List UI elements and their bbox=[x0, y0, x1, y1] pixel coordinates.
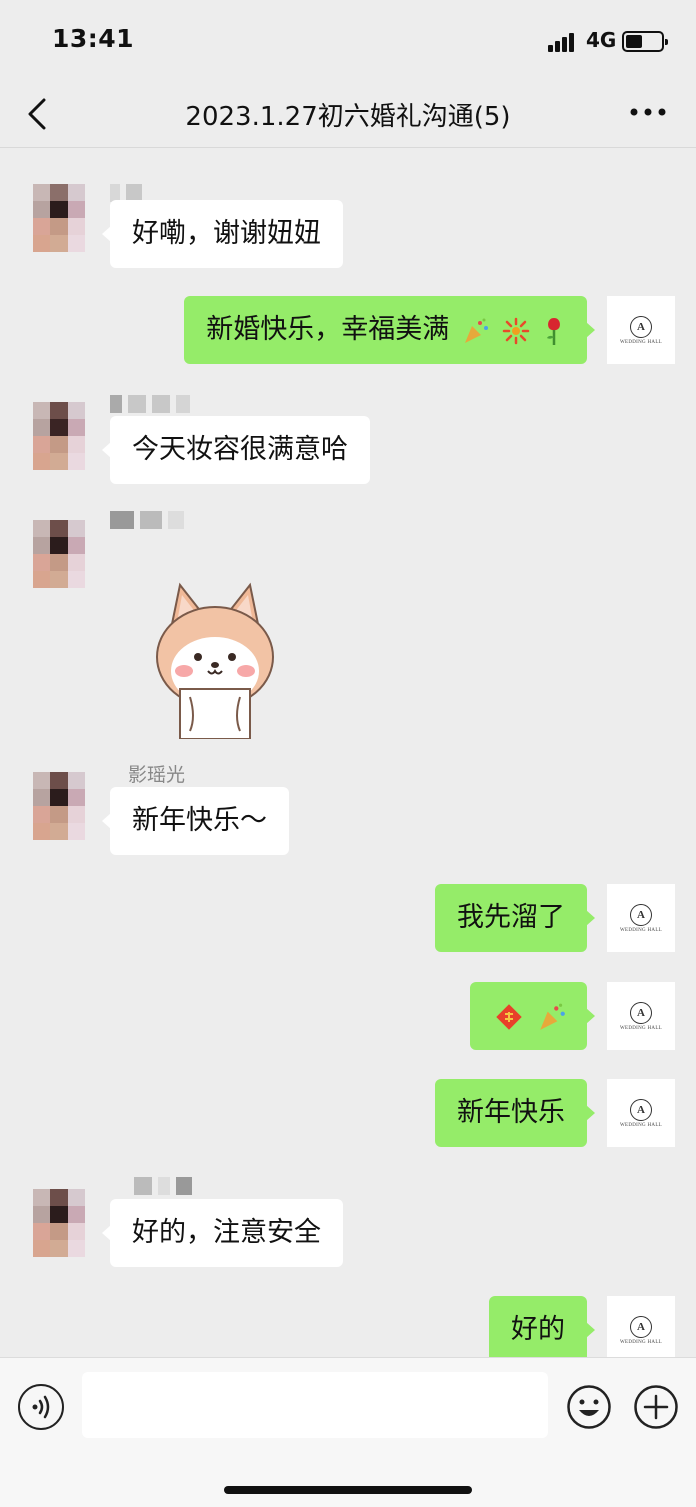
avatar[interactable] bbox=[33, 1189, 85, 1257]
avatar[interactable] bbox=[33, 520, 85, 588]
party-popper-icon bbox=[540, 1003, 565, 1030]
logo-text: WEDDING HALL bbox=[619, 1025, 663, 1031]
sender-name-blurred bbox=[110, 511, 184, 531]
message-bubble[interactable]: 今天妆容很满意哈 bbox=[102, 416, 370, 484]
message-input[interactable] bbox=[82, 1372, 548, 1438]
avatar[interactable] bbox=[33, 402, 85, 470]
logo-text: WEDDING HALL bbox=[619, 927, 663, 933]
logo-text: WEDDING HALL bbox=[619, 1122, 663, 1128]
more-button[interactable] bbox=[626, 100, 670, 124]
shiba-sticker[interactable] bbox=[150, 579, 280, 739]
voice-icon bbox=[32, 1395, 50, 1419]
chevron-left-icon bbox=[28, 98, 46, 130]
message-bubble[interactable]: 好嘞，谢谢妞妞 bbox=[102, 200, 343, 268]
emoji-button[interactable] bbox=[566, 1384, 612, 1430]
sender-name-blurred bbox=[110, 395, 190, 415]
input-bar bbox=[0, 1357, 696, 1507]
status-time: 13:41 bbox=[52, 24, 135, 53]
avatar[interactable]: A WEDDING HALL bbox=[607, 1296, 675, 1357]
signal-icon bbox=[548, 32, 578, 52]
more-dots-icon bbox=[630, 108, 666, 116]
rose-icon bbox=[547, 317, 560, 345]
message-text: 新婚快乐，幸福美满 bbox=[206, 314, 450, 345]
fu-blessing-icon bbox=[496, 1003, 523, 1030]
logo-text: WEDDING HALL bbox=[619, 1339, 663, 1345]
logo-icon: A bbox=[630, 1315, 652, 1338]
sender-name: 影瑶光 bbox=[128, 764, 186, 786]
plus-icon bbox=[634, 1385, 678, 1429]
chat-title: 2023.1.27初六婚礼沟通(5) bbox=[185, 102, 511, 132]
logo-text: WEDDING HALL bbox=[619, 339, 663, 345]
status-bar: 13:41 4G bbox=[0, 0, 696, 80]
avatar[interactable]: A WEDDING HALL bbox=[607, 884, 675, 952]
message-bubble[interactable]: 好的，注意安全 bbox=[102, 1199, 343, 1267]
more-functions-button[interactable] bbox=[633, 1384, 679, 1430]
avatar[interactable]: A WEDDING HALL bbox=[607, 1079, 675, 1147]
message-bubble[interactable] bbox=[470, 982, 595, 1050]
logo-icon: A bbox=[630, 1098, 652, 1121]
message-bubble[interactable]: 我先溜了 bbox=[435, 884, 595, 952]
network-type: 4G bbox=[586, 28, 617, 52]
logo-icon: A bbox=[630, 903, 652, 926]
message-list[interactable]: 好嘞，谢谢妞妞 新婚快乐，幸福美满 A WEDDING HALL 今天妆容很满意… bbox=[0, 149, 696, 1357]
back-button[interactable] bbox=[22, 92, 62, 136]
avatar[interactable]: A WEDDING HALL bbox=[607, 296, 675, 364]
party-popper-icon bbox=[464, 318, 488, 343]
voice-button[interactable] bbox=[18, 1384, 64, 1430]
battery-icon bbox=[622, 31, 668, 52]
smiley-icon bbox=[567, 1385, 611, 1429]
avatar[interactable] bbox=[33, 772, 85, 840]
fireworks-icon bbox=[503, 317, 530, 344]
message-bubble[interactable]: 新婚快乐，幸福美满 bbox=[184, 296, 595, 364]
message-bubble[interactable]: 新年快乐～ bbox=[102, 787, 289, 855]
logo-icon: A bbox=[630, 1001, 652, 1024]
avatar[interactable] bbox=[33, 184, 85, 252]
home-indicator[interactable] bbox=[224, 1486, 472, 1494]
logo-icon: A bbox=[630, 315, 652, 338]
nav-bar: 2023.1.27初六婚礼沟通(5) bbox=[0, 80, 696, 148]
sender-name-blurred bbox=[134, 1177, 192, 1197]
message-bubble[interactable]: 好的 bbox=[489, 1296, 595, 1357]
message-bubble[interactable]: 新年快乐 bbox=[435, 1079, 595, 1147]
avatar[interactable]: A WEDDING HALL bbox=[607, 982, 675, 1050]
